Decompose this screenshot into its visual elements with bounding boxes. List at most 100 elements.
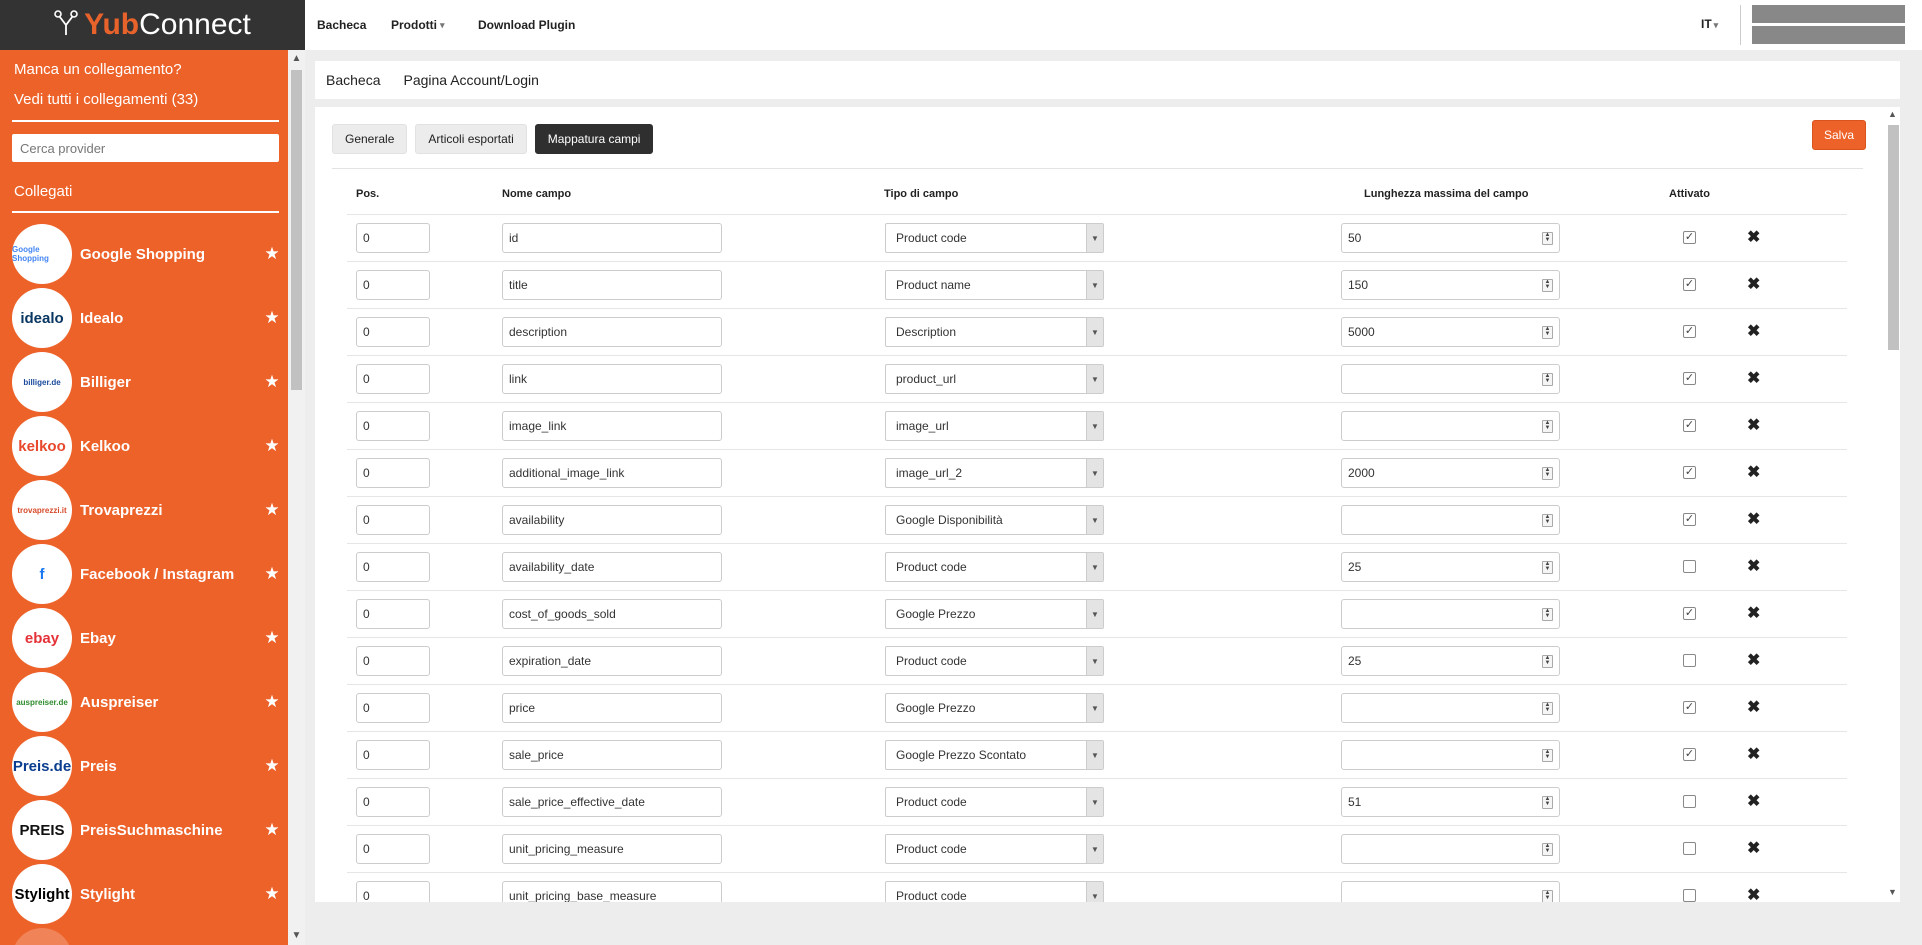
active-checkbox[interactable]: [1683, 842, 1696, 855]
sidebar-item-provider[interactable]: idealo Idealo ★: [12, 288, 282, 348]
position-input[interactable]: 0: [356, 411, 430, 441]
sidebar-item-provider[interactable]: kelkoo Kelkoo ★: [12, 416, 282, 476]
delete-icon[interactable]: ✖: [1747, 650, 1760, 670]
spinner-icon[interactable]: ▲ ▼: [1542, 420, 1553, 433]
field-type-select[interactable]: Product code ▼: [885, 881, 1104, 902]
active-checkbox[interactable]: ✓: [1683, 231, 1696, 244]
field-type-select[interactable]: image_url ▼: [885, 411, 1104, 441]
field-name-input[interactable]: description: [502, 317, 722, 347]
spinner-icon[interactable]: ▲ ▼: [1542, 655, 1553, 668]
active-checkbox[interactable]: [1683, 889, 1696, 902]
max-length-input[interactable]: 51 ▲ ▼: [1341, 787, 1560, 817]
field-type-select[interactable]: Google Prezzo ▼: [885, 693, 1104, 723]
star-icon[interactable]: ★: [262, 244, 282, 264]
tab-mappatura-campi[interactable]: Mappatura campi: [534, 124, 654, 154]
spinner-icon[interactable]: ▲ ▼: [1542, 467, 1553, 480]
position-input[interactable]: 0: [356, 693, 430, 723]
field-name-input[interactable]: sale_price_effective_date: [502, 787, 722, 817]
spinner-icon[interactable]: ▲ ▼: [1542, 373, 1553, 386]
delete-icon[interactable]: ✖: [1747, 838, 1760, 858]
max-length-input[interactable]: 5000 ▲ ▼: [1341, 317, 1560, 347]
spinner-icon[interactable]: ▲ ▼: [1542, 702, 1553, 715]
field-name-input[interactable]: unit_pricing_base_measure: [502, 881, 722, 902]
field-name-input[interactable]: additional_image_link: [502, 458, 722, 488]
field-type-select[interactable]: Google Prezzo Scontato ▼: [885, 740, 1104, 770]
breadcrumb-bacheca[interactable]: Bacheca: [326, 72, 380, 88]
spinner-icon[interactable]: ▲ ▼: [1542, 326, 1553, 339]
star-icon[interactable]: ★: [262, 628, 282, 648]
spinner-icon[interactable]: ▲ ▼: [1542, 843, 1553, 856]
field-type-select[interactable]: Product code ▼: [885, 787, 1104, 817]
delete-icon[interactable]: ✖: [1747, 274, 1760, 294]
position-input[interactable]: 0: [356, 317, 430, 347]
star-icon[interactable]: ★: [262, 372, 282, 392]
sidebar-item-provider[interactable]: billiger.de Billiger ★: [12, 352, 282, 412]
spinner-icon[interactable]: ▲ ▼: [1542, 749, 1553, 762]
delete-icon[interactable]: ✖: [1747, 885, 1760, 902]
star-icon[interactable]: ★: [262, 308, 282, 328]
active-checkbox[interactable]: [1683, 654, 1696, 667]
missing-link[interactable]: Manca un collegamento?: [14, 61, 182, 78]
sidebar-item-provider[interactable]: f Facebook / Instagram ★: [12, 544, 282, 604]
delete-icon[interactable]: ✖: [1747, 744, 1760, 764]
scroll-down-icon[interactable]: ▼: [288, 930, 305, 941]
sidebar-item-provider[interactable]: ebay Ebay ★: [12, 608, 282, 668]
main-scrollbar[interactable]: ▲ ▼: [1885, 107, 1900, 902]
active-checkbox[interactable]: [1683, 795, 1696, 808]
field-name-input[interactable]: title: [502, 270, 722, 300]
active-checkbox[interactable]: ✓: [1683, 607, 1696, 620]
max-length-input[interactable]: 25 ▲ ▼: [1341, 552, 1560, 582]
max-length-input[interactable]: 150 ▲ ▼: [1341, 270, 1560, 300]
position-input[interactable]: 0: [356, 881, 430, 902]
sidebar-item-provider[interactable]: Google Shopping Google Shopping ★: [12, 224, 282, 284]
see-all-links[interactable]: Vedi tutti i collegamenti (33): [14, 91, 198, 108]
nav-download-plugin[interactable]: Download Plugin: [478, 0, 575, 50]
position-input[interactable]: 0: [356, 740, 430, 770]
max-length-input[interactable]: ▲ ▼: [1341, 411, 1560, 441]
field-type-select[interactable]: Product code ▼: [885, 223, 1104, 253]
spinner-icon[interactable]: ▲ ▼: [1542, 514, 1553, 527]
save-button[interactable]: Salva: [1812, 120, 1866, 150]
position-input[interactable]: 0: [356, 646, 430, 676]
max-length-input[interactable]: ▲ ▼: [1341, 505, 1560, 535]
field-name-input[interactable]: expiration_date: [502, 646, 722, 676]
max-length-input[interactable]: ▲ ▼: [1341, 693, 1560, 723]
max-length-input[interactable]: 50 ▲ ▼: [1341, 223, 1560, 253]
position-input[interactable]: 0: [356, 458, 430, 488]
sidebar-item-provider[interactable]: Preis.de Preis ★: [12, 736, 282, 796]
position-input[interactable]: 0: [356, 599, 430, 629]
position-input[interactable]: 0: [356, 223, 430, 253]
active-checkbox[interactable]: ✓: [1683, 372, 1696, 385]
sidebar-item-provider[interactable]: PREIS PreisSuchmaschine ★: [12, 800, 282, 860]
star-icon[interactable]: ★: [262, 756, 282, 776]
active-checkbox[interactable]: ✓: [1683, 513, 1696, 526]
scroll-down-icon[interactable]: ▼: [1885, 887, 1900, 897]
delete-icon[interactable]: ✖: [1747, 791, 1760, 811]
delete-icon[interactable]: ✖: [1747, 227, 1760, 247]
field-type-select[interactable]: Google Disponibilità ▼: [885, 505, 1104, 535]
active-checkbox[interactable]: ✓: [1683, 278, 1696, 291]
spinner-icon[interactable]: ▲ ▼: [1542, 796, 1553, 809]
field-name-input[interactable]: id: [502, 223, 722, 253]
max-length-input[interactable]: ▲ ▼: [1341, 740, 1560, 770]
field-type-select[interactable]: Product name ▼: [885, 270, 1104, 300]
sidebar-item-provider[interactable]: trovaprezzi.it Trovaprezzi ★: [12, 480, 282, 540]
max-length-input[interactable]: ▲ ▼: [1341, 364, 1560, 394]
sidebar-item-provider[interactable]: auspreiser.de Auspreiser ★: [12, 672, 282, 732]
star-icon[interactable]: ★: [262, 820, 282, 840]
sidebar-scrollbar[interactable]: ▲ ▼: [288, 50, 305, 945]
field-type-select[interactable]: Google Prezzo ▼: [885, 599, 1104, 629]
active-checkbox[interactable]: ✓: [1683, 701, 1696, 714]
position-input[interactable]: 0: [356, 270, 430, 300]
field-name-input[interactable]: cost_of_goods_sold: [502, 599, 722, 629]
delete-icon[interactable]: ✖: [1747, 415, 1760, 435]
spinner-icon[interactable]: ▲ ▼: [1542, 890, 1553, 902]
sidebar-item-provider[interactable]: Stylight Stylight ★: [12, 864, 282, 924]
spinner-icon[interactable]: ▲ ▼: [1542, 232, 1553, 245]
star-icon[interactable]: ★: [262, 564, 282, 584]
field-name-input[interactable]: link: [502, 364, 722, 394]
star-icon[interactable]: ★: [262, 692, 282, 712]
active-checkbox[interactable]: ✓: [1683, 466, 1696, 479]
delete-icon[interactable]: ✖: [1747, 556, 1760, 576]
position-input[interactable]: 0: [356, 364, 430, 394]
